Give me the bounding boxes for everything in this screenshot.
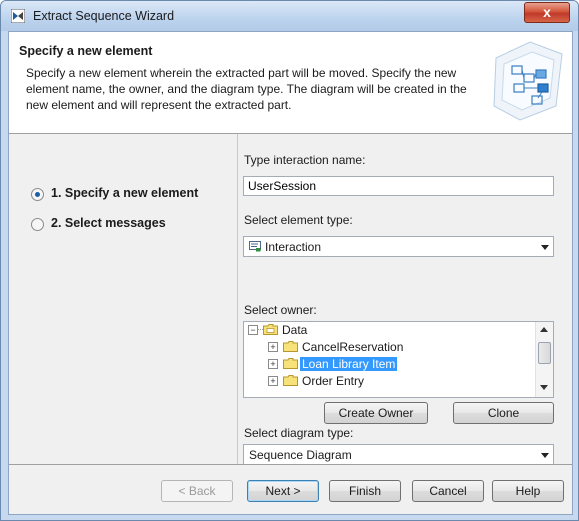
help-button[interactable]: Help: [492, 480, 564, 502]
interaction-icon: [249, 241, 261, 252]
step-label: 1. Specify a new element: [51, 186, 199, 200]
element-type-value: Interaction: [265, 240, 322, 254]
close-button[interactable]: x: [524, 2, 570, 23]
tree-scrollbar[interactable]: [535, 322, 553, 397]
steps-panel: 1. Specify a new element 2. Select messa…: [9, 134, 238, 464]
clone-button[interactable]: Clone: [453, 402, 554, 424]
folder-icon: [283, 358, 298, 369]
step-radio[interactable]: [31, 218, 44, 231]
folder-icon: [283, 375, 298, 386]
cancel-button[interactable]: Cancel: [412, 480, 484, 502]
wizard-diagram-icon: [493, 41, 563, 121]
next-button[interactable]: Next >: [247, 480, 319, 502]
element-type-label: Select element type:: [244, 213, 353, 227]
step-radio-selected[interactable]: [31, 188, 44, 201]
scroll-thumb[interactable]: [538, 342, 551, 364]
tree-item-label: Data: [282, 323, 308, 337]
tree-item-label: Order Entry: [302, 374, 365, 388]
expand-icon[interactable]: +: [268, 376, 278, 386]
wizard-header: Specify a new element Specify a new elem…: [9, 32, 572, 134]
owner-tree[interactable]: − Data + CancelReservation + Loan Librar…: [243, 321, 554, 398]
package-icon: [263, 324, 278, 335]
page-title: Specify a new element: [19, 44, 153, 58]
form-panel: Type interaction name: Select element ty…: [238, 134, 572, 465]
tree-item-data[interactable]: − Data: [246, 322, 536, 338]
scroll-down-icon[interactable]: [540, 385, 548, 390]
tree-item-order-entry[interactable]: + Order Entry: [266, 373, 536, 389]
diagram-type-value: Sequence Diagram: [249, 448, 352, 462]
title-bar[interactable]: Extract Sequence Wizard x: [1, 1, 578, 31]
chevron-down-icon[interactable]: [541, 245, 549, 250]
folder-icon: [283, 341, 298, 352]
wizard-client: Specify a new element Specify a new elem…: [8, 31, 573, 515]
interaction-name-input[interactable]: [243, 176, 554, 196]
collapse-icon[interactable]: −: [248, 325, 258, 335]
back-button[interactable]: < Back: [161, 480, 233, 502]
owner-label: Select owner:: [244, 303, 317, 317]
interaction-name-label: Type interaction name:: [244, 153, 366, 167]
tree-item-cancelreservation[interactable]: + CancelReservation: [266, 339, 536, 355]
element-type-select[interactable]: Interaction: [243, 236, 554, 257]
tree-item-label: Loan Library Item: [300, 357, 398, 371]
chevron-down-icon[interactable]: [541, 453, 549, 458]
wizard-footer: < Back Next > Finish Cancel Help: [9, 465, 572, 514]
expand-icon[interactable]: +: [268, 359, 278, 369]
expand-icon[interactable]: +: [268, 342, 278, 352]
tree-item-loan-library-item[interactable]: + Loan Library Item: [266, 356, 536, 372]
step-label: 2. Select messages: [51, 216, 166, 230]
app-icon: [11, 9, 25, 23]
wizard-window: Extract Sequence Wizard x Specify a new …: [0, 0, 579, 521]
scroll-up-icon[interactable]: [540, 327, 548, 332]
create-owner-button[interactable]: Create Owner: [324, 402, 428, 424]
diagram-type-label: Select diagram type:: [244, 426, 354, 440]
tree-item-label: CancelReservation: [302, 340, 404, 354]
diagram-type-select[interactable]: Sequence Diagram: [243, 444, 554, 465]
finish-button[interactable]: Finish: [329, 480, 401, 502]
page-description: Specify a new element wherein the extrac…: [26, 66, 467, 112]
window-title: Extract Sequence Wizard: [33, 9, 175, 23]
